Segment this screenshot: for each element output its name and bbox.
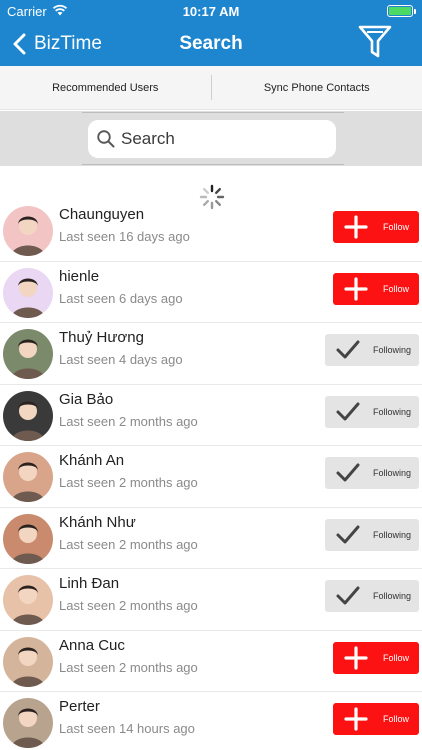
follow-button[interactable]: Follow — [333, 272, 419, 305]
list-item[interactable]: Chaunguyen Last seen 16 days ago Follow — [0, 200, 422, 262]
button-label: Follow — [383, 714, 410, 724]
button-label: Following — [373, 345, 412, 355]
avatar[interactable] — [3, 267, 53, 318]
list-item[interactable]: Thuỷ Hương Last seen 4 days ago Following — [0, 323, 422, 385]
user-name[interactable]: Khánh Như — [59, 514, 136, 531]
battery-icon — [387, 5, 416, 17]
status-bar: Carrier 10:17 AM — [0, 0, 422, 22]
last-seen-text: Last seen 2 months ago — [59, 659, 198, 675]
list-item[interactable]: hienle Last seen 6 days ago Follow — [0, 262, 422, 323]
following-button[interactable]: Following — [325, 457, 419, 489]
follow-button[interactable]: Follow — [333, 211, 419, 243]
check-icon — [336, 463, 360, 482]
avatar[interactable] — [3, 636, 53, 687]
avatar[interactable] — [3, 698, 53, 748]
tab-sync-phone-contacts[interactable]: Sync Phone Contacts — [212, 66, 422, 109]
plus-icon — [344, 215, 368, 239]
follow-button[interactable]: Follow — [333, 703, 419, 735]
avatar[interactable] — [3, 513, 53, 564]
search-icon — [97, 130, 115, 148]
last-seen-text: Last seen 2 months ago — [59, 536, 198, 552]
following-button[interactable]: Following — [325, 334, 419, 366]
list-item[interactable]: Perter Last seen 14 hours ago Follow — [0, 692, 422, 750]
last-seen-text: Last seen 2 months ago — [59, 598, 198, 613]
last-seen-text: Last seen 16 days ago — [59, 229, 190, 244]
list-item[interactable]: Khánh Như Last seen 2 months ago Following — [0, 508, 422, 569]
last-seen-text: Last seen 6 days ago — [59, 290, 183, 306]
following-button[interactable]: Following — [325, 580, 419, 612]
tab-recommended-users[interactable]: Recommended Users — [0, 66, 211, 109]
user-name[interactable]: Chaunguyen — [59, 206, 144, 223]
button-label: Following — [373, 591, 412, 601]
button-label: Following — [373, 468, 412, 478]
list-item[interactable]: Anna Cuc Last seen 2 months ago Follow — [0, 631, 422, 692]
segment-control: Recommended Users Sync Phone Contacts — [0, 66, 422, 110]
avatar[interactable] — [3, 575, 53, 625]
last-seen-text: Last seen 14 hours ago — [59, 721, 195, 736]
avatar[interactable] — [3, 390, 53, 441]
button-label: Follow — [383, 222, 410, 232]
check-icon — [336, 586, 360, 605]
plus-icon — [344, 707, 368, 731]
search-bar — [0, 111, 422, 166]
divider — [82, 112, 344, 113]
user-name[interactable]: Thuỷ Hương — [59, 329, 144, 346]
clock: 10:17 AM — [182, 4, 240, 19]
header: Carrier 10:17 AM BizTime Search — [0, 0, 422, 66]
last-seen-text: Last seen 4 days ago — [59, 352, 183, 367]
check-icon — [336, 340, 360, 359]
list-item[interactable]: Khánh An Last seen 2 months ago Following — [0, 446, 422, 508]
button-label: Follow — [383, 283, 410, 294]
button-label: Following — [373, 406, 412, 417]
check-icon — [336, 525, 360, 543]
search-input[interactable] — [121, 129, 321, 149]
divider — [82, 164, 344, 165]
follow-button[interactable]: Follow — [333, 641, 419, 674]
avatar[interactable] — [3, 329, 53, 379]
list-item[interactable]: Linh Đan Last seen 2 months ago Following — [0, 569, 422, 631]
user-name[interactable]: Anna Cuc — [59, 637, 125, 654]
filter-icon[interactable] — [358, 24, 392, 60]
user-name[interactable]: Linh Đan — [59, 575, 119, 592]
plus-icon — [344, 276, 368, 301]
user-name[interactable]: Perter — [59, 698, 100, 715]
search-field[interactable] — [88, 120, 336, 158]
last-seen-text: Last seen 2 months ago — [59, 413, 198, 429]
user-name[interactable]: Khánh An — [59, 452, 124, 469]
button-label: Follow — [383, 652, 410, 663]
following-button[interactable]: Following — [325, 518, 419, 551]
list-item[interactable]: Gia Bảo Last seen 2 months ago Following — [0, 385, 422, 446]
user-name[interactable]: hienle — [59, 268, 99, 285]
avatar[interactable] — [3, 206, 53, 256]
check-icon — [336, 402, 360, 420]
user-name[interactable]: Gia Bảo — [59, 391, 113, 408]
avatar[interactable] — [3, 452, 53, 502]
last-seen-text: Last seen 2 months ago — [59, 475, 198, 490]
button-label: Following — [373, 529, 412, 540]
following-button[interactable]: Following — [325, 395, 419, 428]
plus-icon — [344, 645, 368, 670]
user-list: Chaunguyen Last seen 16 days ago Follow hie… — [0, 200, 422, 750]
